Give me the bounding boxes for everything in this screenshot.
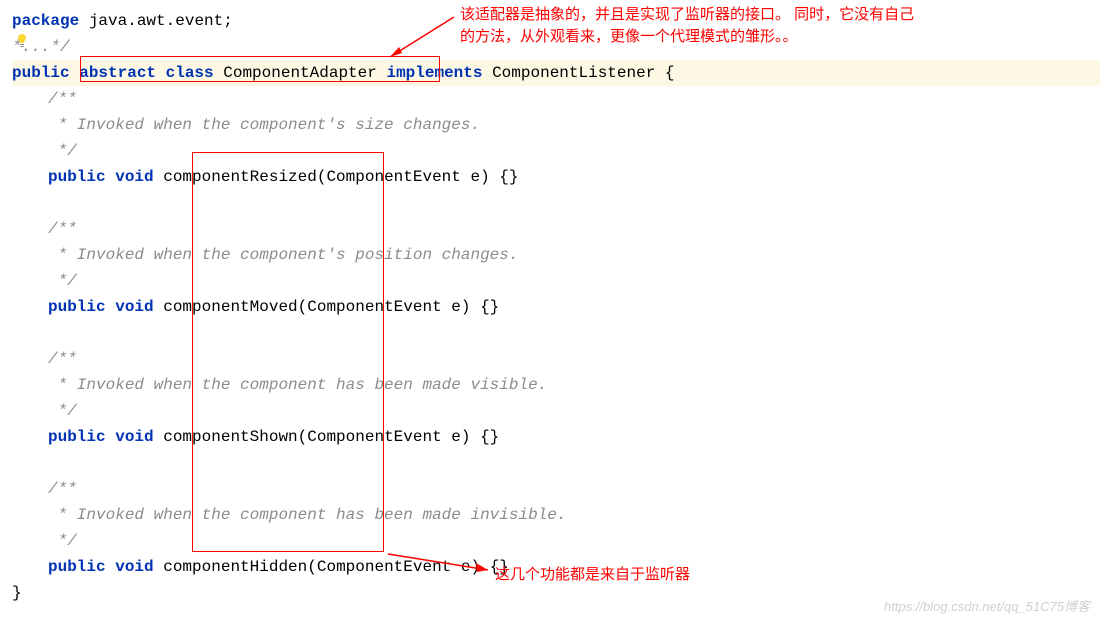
code-line: * Invoked when the component has been ma… [12,372,1100,398]
code-line-class-decl: public abstract class ComponentAdapter i… [12,60,1100,86]
code-line: /** [12,86,1100,112]
code-line: * Invoked when the component's position … [12,242,1100,268]
code-line: /** [12,346,1100,372]
annotation-text: 这几个功能都是来自于监听器 [495,563,690,584]
watermark: https://blog.csdn.net/qq_51C75博客 [884,596,1090,615]
code-line: public void componentShown(ComponentEven… [12,424,1100,450]
code-line: /** [12,216,1100,242]
code-line-blank [12,450,1100,476]
code-line: */ [12,398,1100,424]
code-line: public void componentMoved(ComponentEven… [12,294,1100,320]
code-line-blank [12,190,1100,216]
code-line-blank [12,320,1100,346]
code-line: * Invoked when the component has been ma… [12,502,1100,528]
code-line: */ [12,268,1100,294]
code-line: public void componentResized(ComponentEv… [12,164,1100,190]
code-line: */ [12,528,1100,554]
code-line: * Invoked when the component's size chan… [12,112,1100,138]
code-editor[interactable]: package java.awt.event; *...*/ public ab… [0,0,1100,606]
annotation-text: 该适配器是抽象的，并且是实现了监听器的接口。 同时，它没有自己 的方法，从外观看… [460,4,914,48]
code-line: /** [12,476,1100,502]
code-line: */ [12,138,1100,164]
intention-bulb-icon[interactable] [14,33,30,49]
